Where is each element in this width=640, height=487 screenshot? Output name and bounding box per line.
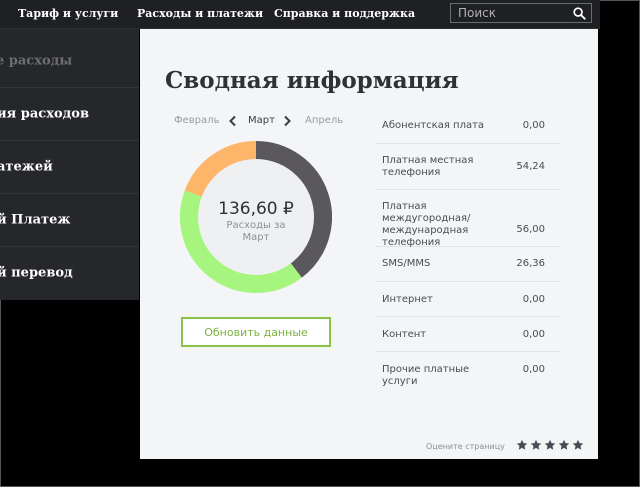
expense-value: 0,00 bbox=[522, 329, 545, 340]
search-box bbox=[450, 3, 592, 23]
star-icon[interactable] bbox=[544, 439, 556, 451]
chevron-left-icon[interactable] bbox=[228, 115, 238, 127]
expense-value: 56,00 bbox=[516, 224, 545, 235]
expense-value: 26,36 bbox=[516, 258, 545, 269]
nav-help-support[interactable]: Справка и поддержка bbox=[274, 7, 415, 20]
rate-page-label: Оцените страницу bbox=[426, 442, 505, 451]
sidebar-item-label: е расходы bbox=[0, 53, 73, 69]
sidebar-item-label: й Платеж bbox=[0, 212, 71, 228]
table-row: Платная местная телефония 54,24 bbox=[376, 144, 561, 190]
expense-name: Платная местная телефония bbox=[382, 155, 474, 178]
summary-panel: Сводная информация Февраль Март Апрель 1… bbox=[140, 29, 598, 459]
top-navigation: Тариф и услуги Расходы и платежи Справка… bbox=[0, 0, 600, 29]
expense-value: 0,00 bbox=[522, 364, 545, 375]
nav-expenses-payments[interactable]: Расходы и платежи bbox=[137, 7, 263, 20]
sidebar: е расходы ия расходов атежей й Платеж й … bbox=[0, 29, 139, 300]
star-icon[interactable] bbox=[516, 439, 528, 451]
expense-name: Абонентская плата bbox=[382, 120, 485, 131]
sidebar-item-label: ия расходов bbox=[0, 106, 89, 122]
search-input[interactable] bbox=[451, 4, 576, 22]
expense-value: 54,24 bbox=[516, 161, 545, 172]
sidebar-item-expense-details[interactable]: ия расходов bbox=[0, 88, 139, 141]
star-icon[interactable] bbox=[572, 439, 584, 451]
total-label: Расходы за Март bbox=[226, 220, 286, 243]
total-amount: 136,60 ₽ bbox=[218, 199, 294, 219]
sidebar-item-label: й перевод bbox=[0, 265, 73, 281]
expense-name: Интернет bbox=[382, 294, 433, 305]
sidebar-item-transfer[interactable]: й перевод bbox=[0, 247, 139, 299]
nav-tariff-services[interactable]: Тариф и услуги bbox=[18, 7, 118, 20]
sidebar-item-payment[interactable]: й Платеж bbox=[0, 194, 139, 247]
chevron-right-icon[interactable] bbox=[282, 115, 292, 127]
expense-name: Контент bbox=[382, 329, 427, 340]
sidebar-item-payments[interactable]: атежей bbox=[0, 141, 139, 194]
month-next[interactable]: Апрель bbox=[305, 115, 343, 126]
month-switcher: Февраль Март Апрель bbox=[140, 115, 350, 129]
table-row: Интернет 0,00 bbox=[376, 282, 561, 317]
expense-name: Прочие платные услуги bbox=[382, 364, 470, 387]
search-icon[interactable] bbox=[573, 7, 586, 20]
month-prev[interactable]: Февраль bbox=[174, 115, 219, 126]
refresh-data-button[interactable]: Обновить данные bbox=[181, 317, 331, 347]
table-row: Контент 0,00 bbox=[376, 317, 561, 352]
table-row: Абонентская плата 0,00 bbox=[376, 109, 561, 144]
expense-value: 0,00 bbox=[522, 120, 545, 131]
sidebar-item-label: атежей bbox=[0, 159, 53, 175]
sidebar-item-expenses[interactable]: е расходы bbox=[0, 35, 139, 88]
star-icon[interactable] bbox=[558, 439, 570, 451]
page-title: Сводная информация bbox=[165, 67, 459, 94]
expense-name: SMS/MMS bbox=[382, 258, 431, 269]
expense-value: 0,00 bbox=[522, 294, 545, 305]
expense-name: Платная междугородная/ международная тел… bbox=[382, 201, 471, 248]
month-current: Март bbox=[248, 115, 275, 126]
table-row: SMS/MMS 26,36 bbox=[376, 247, 561, 282]
star-icon[interactable] bbox=[530, 439, 542, 451]
table-row: Прочие платные услуги 0,00 bbox=[376, 352, 561, 387]
table-row: Платная междугородная/ международная тел… bbox=[376, 190, 561, 248]
